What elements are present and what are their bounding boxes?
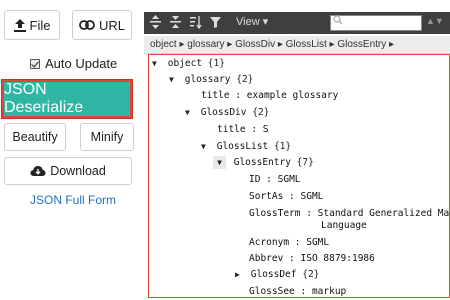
field-separator: : bbox=[260, 174, 278, 185]
tree-field-title[interactable]: title : example glossary bbox=[201, 89, 338, 102]
tree-node-glossentry[interactable]: ▼ GlossEntry {7} bbox=[213, 156, 314, 169]
download-button[interactable]: Download bbox=[4, 157, 132, 185]
tree-field-id[interactable]: ID : SGML bbox=[249, 173, 301, 186]
field-key: ID bbox=[249, 174, 261, 185]
tree-node-root[interactable]: ▼ object {1} bbox=[152, 57, 225, 70]
field-separator: : bbox=[283, 253, 301, 264]
collapse-all-icon[interactable] bbox=[170, 15, 181, 29]
field-value: SGML bbox=[277, 174, 301, 185]
field-value: example glossary bbox=[246, 90, 339, 101]
view-dropdown[interactable]: View ▾ bbox=[236, 15, 269, 29]
file-button-label: File bbox=[29, 17, 51, 33]
field-key: Abbrev bbox=[249, 253, 284, 264]
view-label: View bbox=[236, 15, 260, 28]
node-key: GlossDef bbox=[250, 269, 297, 280]
chevron-down-icon: ▾ bbox=[262, 16, 269, 28]
tree-node-glosslist[interactable]: ▼ GlossList {1} bbox=[201, 140, 291, 153]
tree-node-glossdef[interactable]: ▶ GlossDef {2} bbox=[235, 268, 319, 281]
tree-field-glossterm-continuation: Language bbox=[321, 220, 367, 231]
field-key: title bbox=[201, 90, 230, 101]
left-panel: File URL Auto Update JSON Deserialize Be… bbox=[0, 0, 140, 300]
tree-field-title-s[interactable]: title : S bbox=[217, 123, 269, 136]
link-icon bbox=[79, 20, 95, 30]
tree-field-sortas[interactable]: SortAs : SGML bbox=[249, 190, 323, 203]
field-value: ISO 8879:1986 bbox=[300, 253, 375, 264]
node-count: {1} bbox=[207, 58, 225, 69]
field-value: markup bbox=[311, 286, 347, 297]
url-button[interactable]: URL bbox=[72, 10, 132, 40]
auto-update-label: Auto Update bbox=[45, 56, 118, 71]
node-count: {2} bbox=[252, 107, 270, 118]
node-key: object bbox=[167, 58, 203, 69]
json-deserialize-button[interactable]: JSON Deserialize bbox=[1, 79, 133, 119]
field-key: GlossSee bbox=[249, 286, 295, 297]
json-viewer-panel: View ▾ ▲▼ object ▸ glossary ▸ GlossDiv ▸… bbox=[144, 0, 450, 300]
search-icon bbox=[333, 15, 343, 25]
node-key: GlossEntry bbox=[233, 157, 291, 168]
expand-toggle-icon[interactable]: ▼ bbox=[213, 156, 226, 169]
field-separator: : bbox=[283, 191, 301, 202]
download-label: Download bbox=[50, 164, 106, 178]
node-key: GlossDiv bbox=[200, 107, 247, 118]
expand-all-icon[interactable] bbox=[150, 15, 161, 29]
node-count: {2} bbox=[236, 74, 254, 85]
field-separator: : bbox=[300, 208, 318, 219]
field-value: SGML bbox=[300, 191, 324, 202]
field-separator: : bbox=[245, 124, 263, 135]
tree-node-glossary[interactable]: ▼ glossary {2} bbox=[169, 73, 253, 86]
node-key: GlossList bbox=[216, 141, 269, 152]
field-value: Standard Generalized Markup bbox=[317, 208, 450, 219]
field-key: SortAs bbox=[249, 191, 284, 202]
node-count: {2} bbox=[302, 269, 320, 280]
json-deserialize-label: JSON Deserialize bbox=[4, 81, 84, 116]
node-count: {7} bbox=[296, 157, 314, 168]
json-tree: ▼ object {1} ▼ glossary {2} title : exam… bbox=[148, 54, 450, 298]
field-value: S bbox=[262, 124, 269, 135]
field-key: title bbox=[217, 124, 246, 135]
search-nav-arrows-icon[interactable]: ▲▼ bbox=[426, 16, 444, 26]
json-full-form-link[interactable]: JSON Full Form bbox=[30, 193, 116, 207]
auto-update-checkbox[interactable] bbox=[30, 58, 40, 69]
field-value: SGML bbox=[306, 237, 330, 248]
beautify-button[interactable]: Beautify bbox=[4, 123, 66, 151]
minify-button[interactable]: Minify bbox=[80, 123, 134, 151]
field-key: Acronym bbox=[249, 237, 290, 248]
auto-update-toggle[interactable]: Auto Update bbox=[30, 56, 117, 71]
expand-toggle-icon[interactable]: ▼ bbox=[201, 140, 211, 153]
field-separator: : bbox=[294, 286, 312, 297]
field-key: GlossTerm bbox=[249, 208, 301, 219]
viewer-toolbar: View ▾ ▲▼ bbox=[144, 12, 450, 34]
url-button-label: URL bbox=[98, 17, 125, 33]
beautify-label: Beautify bbox=[12, 130, 58, 144]
tree-node-glossdiv[interactable]: ▼ GlossDiv {2} bbox=[185, 106, 269, 119]
upload-icon bbox=[13, 18, 26, 32]
node-key: glossary bbox=[184, 74, 231, 85]
tree-field-acronym[interactable]: Acronym : SGML bbox=[249, 236, 329, 249]
node-count: {1} bbox=[273, 141, 292, 152]
field-separator: : bbox=[229, 90, 247, 101]
expand-toggle-icon[interactable]: ▼ bbox=[185, 106, 195, 119]
expand-toggle-icon[interactable]: ▶ bbox=[235, 268, 245, 281]
cloud-download-icon bbox=[30, 166, 46, 176]
search-input[interactable] bbox=[330, 15, 422, 31]
minify-label: Minify bbox=[90, 130, 124, 144]
sort-icon[interactable] bbox=[190, 15, 202, 29]
breadcrumb[interactable]: object ▸ glossary ▸ GlossDiv ▸ GlossList… bbox=[144, 36, 450, 54]
tree-field-glosssee[interactable]: GlossSee : markup bbox=[249, 285, 347, 297]
expand-toggle-icon[interactable]: ▼ bbox=[152, 57, 162, 70]
filter-icon[interactable] bbox=[210, 15, 221, 29]
expand-toggle-icon[interactable]: ▼ bbox=[169, 73, 179, 86]
tree-field-abbrev[interactable]: Abbrev : ISO 8879:1986 bbox=[249, 252, 375, 265]
field-separator: : bbox=[289, 237, 307, 248]
file-button[interactable]: File bbox=[4, 10, 60, 40]
